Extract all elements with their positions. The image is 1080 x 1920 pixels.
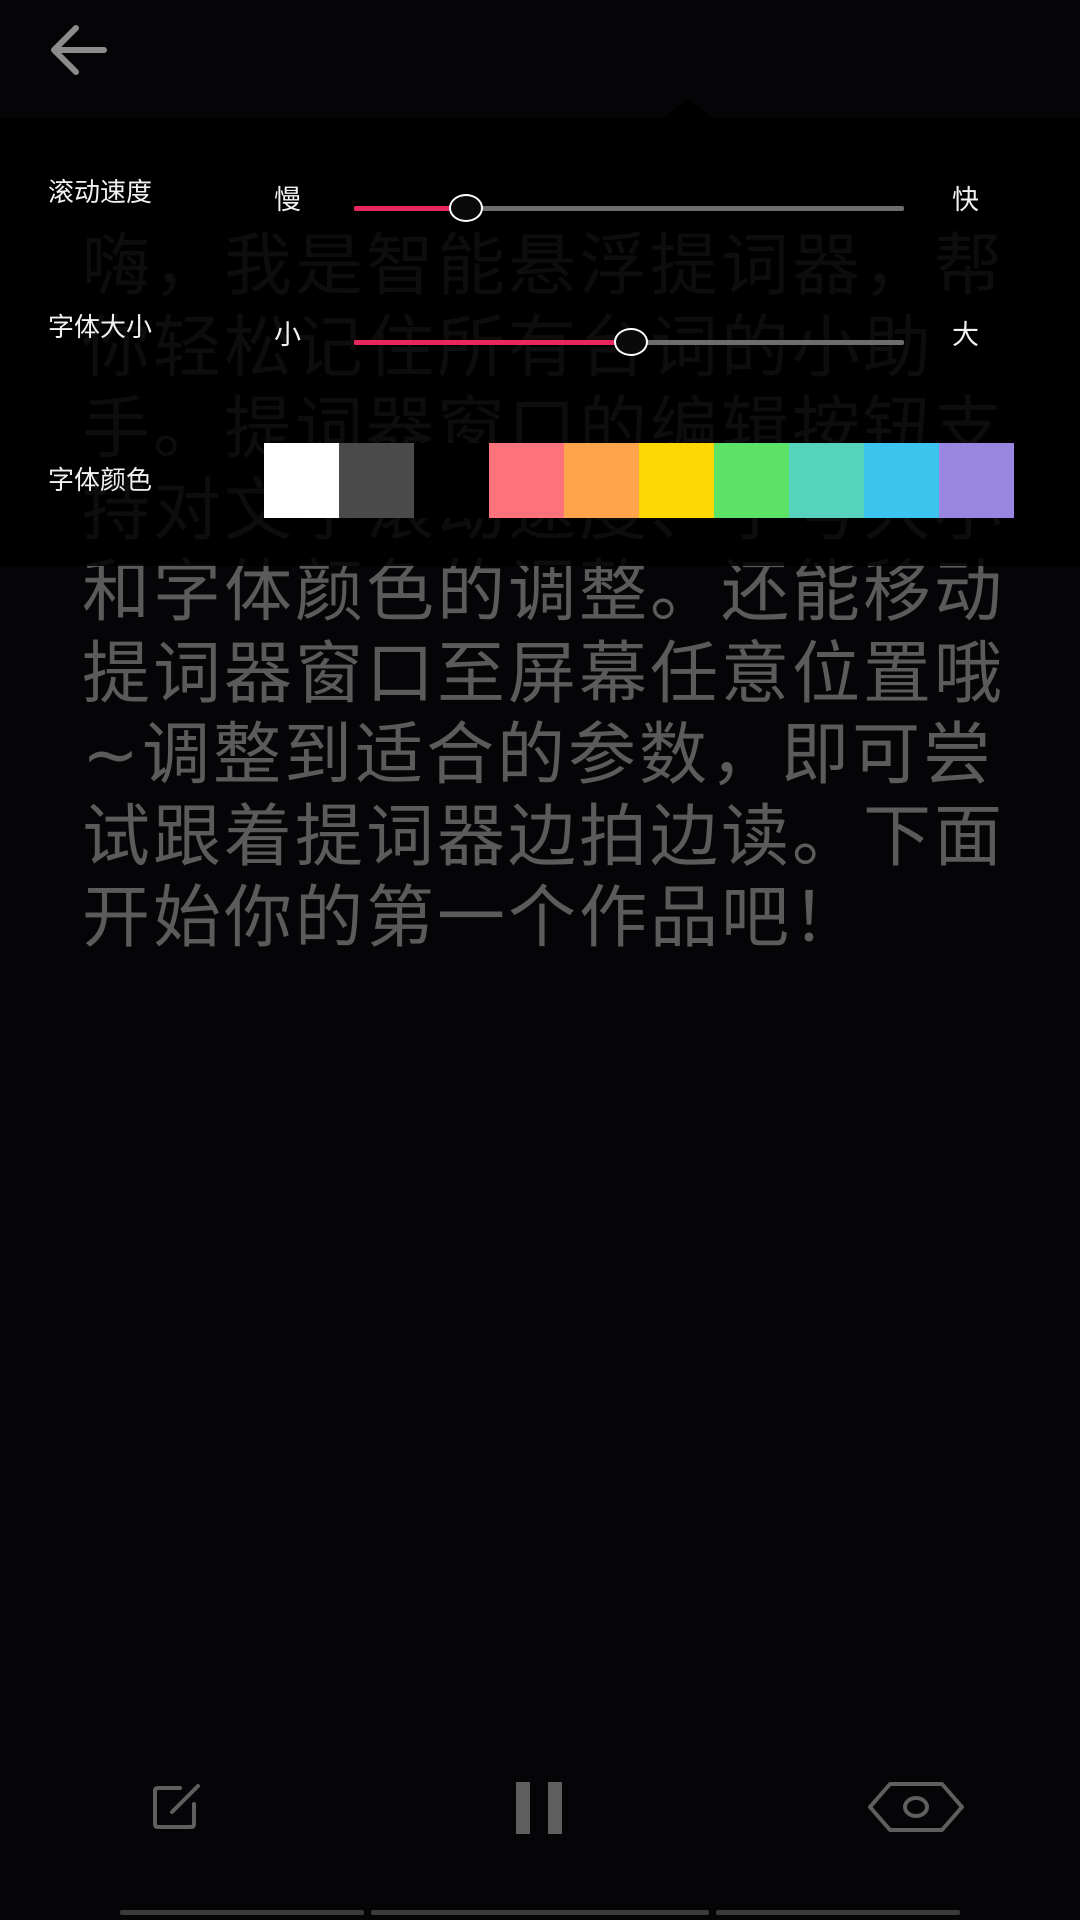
scroll-speed-slider[interactable] <box>354 192 904 224</box>
preview-button[interactable] <box>866 1780 966 1838</box>
pause-icon <box>516 1782 562 1834</box>
slider-thumb[interactable] <box>614 328 648 356</box>
color-swatch[interactable] <box>864 443 939 518</box>
font-size-min-label: 小 <box>274 320 301 351</box>
edit-icon <box>153 1784 200 1829</box>
color-swatch[interactable] <box>264 443 339 518</box>
color-swatch[interactable] <box>339 443 414 518</box>
font-size-slider[interactable] <box>354 326 904 358</box>
slider-fill <box>354 206 464 211</box>
nav-indicator-segment <box>120 1910 364 1915</box>
teleprompter-screen: 嗨，我是智能悬浮提词器，帮你轻松记住所有台词的小助手。提词器窗口的编辑按钮支持对… <box>0 0 1080 1920</box>
color-swatch[interactable] <box>414 443 489 518</box>
nav-indicator-segment <box>716 1910 960 1915</box>
back-button[interactable] <box>44 20 116 80</box>
eye-icon <box>868 1782 964 1832</box>
color-swatch[interactable] <box>639 443 714 518</box>
color-swatch[interactable] <box>939 443 1014 518</box>
scroll-speed-label: 滚动速度 <box>48 178 153 208</box>
color-swatch[interactable] <box>489 443 564 518</box>
edit-button[interactable] <box>150 1782 206 1836</box>
arrow-left-icon <box>51 25 107 75</box>
slider-thumb[interactable] <box>449 194 483 222</box>
color-swatch[interactable] <box>564 443 639 518</box>
color-swatch[interactable] <box>714 443 789 518</box>
panel-pointer <box>660 100 716 120</box>
font-size-max-label: 大 <box>952 320 979 351</box>
font-color-palette <box>264 443 1014 518</box>
scroll-speed-max-label: 快 <box>952 185 979 216</box>
font-size-label: 字体大小 <box>48 313 153 343</box>
slider-fill <box>354 340 629 345</box>
color-swatch[interactable] <box>789 443 864 518</box>
font-color-label: 字体颜色 <box>48 466 153 496</box>
nav-indicator-segment <box>371 1910 709 1915</box>
scroll-speed-min-label: 慢 <box>274 185 301 216</box>
pause-button[interactable] <box>514 1780 566 1840</box>
